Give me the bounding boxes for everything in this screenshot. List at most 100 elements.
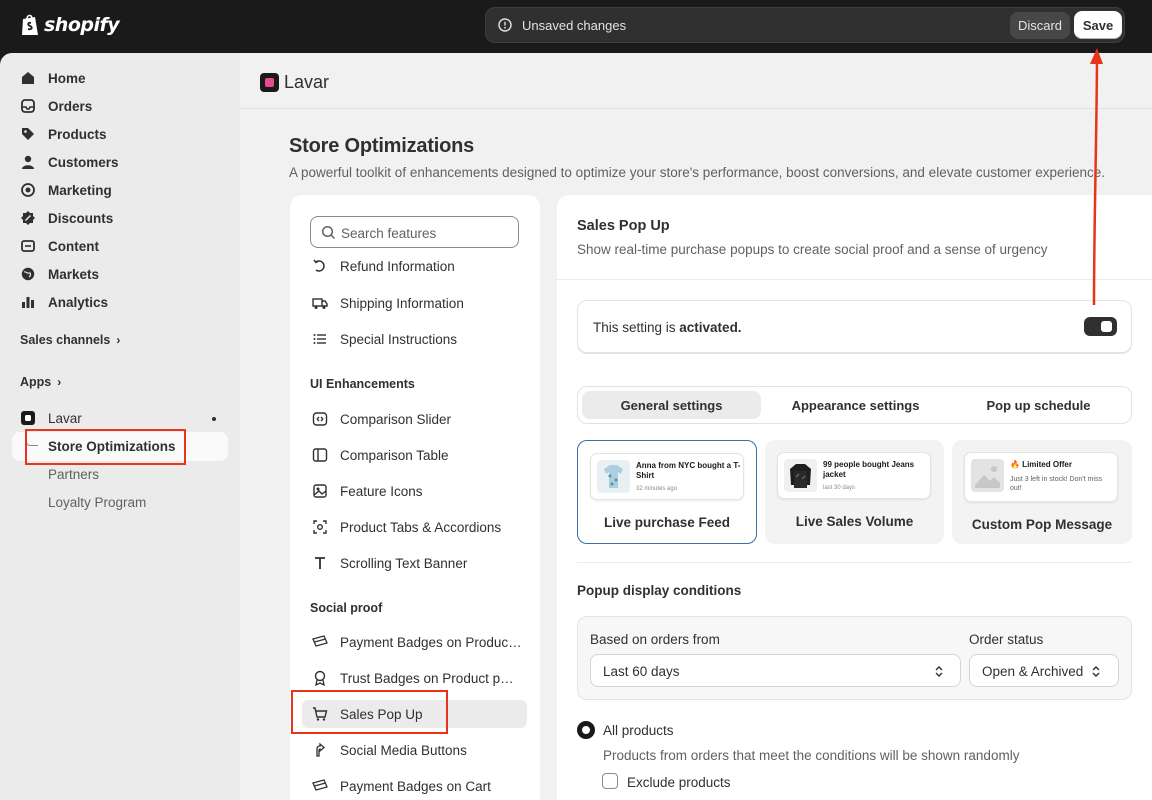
search-input[interactable] <box>341 223 511 243</box>
search-field[interactable] <box>310 216 519 248</box>
badge-icon <box>314 670 326 686</box>
feature-item-social-media-buttons[interactable]: Social Media Buttons <box>310 736 527 764</box>
popup-preview: 🔥 Limited Offer Just 3 left in stock! Do… <box>964 452 1118 502</box>
feature-item-product-tabs-accordions[interactable]: Product Tabs & Accordions <box>310 513 527 541</box>
brand-name: shopify <box>44 14 120 36</box>
feature-item-special-instructions[interactable]: Special Instructions <box>310 325 527 353</box>
sidebar-item-label: Analytics <box>48 294 109 310</box>
feature-item-label: Scrolling Text Banner <box>340 555 468 571</box>
feature-item-scrolling-text-banner[interactable]: Scrolling Text Banner <box>310 549 527 577</box>
sales-channels-label: Sales channels <box>20 333 111 347</box>
sidebar-subitem-partners[interactable]: Partners <box>48 467 99 482</box>
all-products-label: All products <box>603 723 674 738</box>
card-label: Live purchase Feed <box>603 515 731 530</box>
preview-title: Anna from NYC bought a T-Shirt <box>636 461 741 480</box>
sidebar-item-analytics[interactable]: Analytics <box>20 289 108 315</box>
sidebar-item-discounts[interactable]: Discounts <box>20 205 113 231</box>
slider-icon <box>312 412 328 426</box>
lavar-app-icon <box>21 411 35 425</box>
feature-item-label: Trust Badges on Product p… <box>340 670 514 686</box>
payment-badge-icon <box>312 635 328 647</box>
sidebar: Home Orders Products Customers Marketing… <box>0 53 240 800</box>
feature-item-comparison-slider[interactable]: Comparison Slider <box>310 405 527 433</box>
feature-item-label: Feature Icons <box>340 483 423 499</box>
chevron-right-icon: › <box>116 333 121 347</box>
sidebar-subitem-loyalty-program[interactable]: Loyalty Program <box>48 495 146 510</box>
feature-item-feature-icons[interactable]: Feature Icons <box>310 477 527 505</box>
feature-item-label: Shipping Information <box>340 295 464 311</box>
feature-item-trust-badges-product[interactable]: Trust Badges on Product p… <box>310 664 527 692</box>
feature-item-comparison-table[interactable]: Comparison Table <box>310 441 527 469</box>
sidebar-item-label: Marketing <box>48 182 112 198</box>
bar-chart-icon <box>22 297 34 308</box>
tshirt-thumbnail <box>597 460 630 493</box>
image-icon <box>313 484 327 498</box>
unsaved-changes-bar: Unsaved changes Discard Save <box>485 7 1125 43</box>
tab-pop-up-schedule[interactable]: Pop up schedule <box>949 391 1128 419</box>
search-icon <box>321 225 336 240</box>
discount-icon <box>21 211 35 225</box>
feature-item-label: Social Media Buttons <box>340 742 467 758</box>
preview-title: 99 people bought Jeans jacket <box>823 460 915 479</box>
all-products-radio[interactable] <box>577 721 595 739</box>
select-chevron-icon <box>1092 666 1100 677</box>
sidebar-item-home[interactable]: Home <box>20 65 86 91</box>
apps-section[interactable]: Apps › <box>20 375 61 389</box>
sidebar-item-lavar[interactable]: Lavar <box>20 405 82 431</box>
annotation-highlight-box <box>25 429 186 465</box>
activation-state: activated. <box>679 320 742 335</box>
feature-item-payment-badges-cart[interactable]: Payment Badges on Cart <box>310 772 527 800</box>
orders-from-select[interactable]: Last 60 days <box>590 654 961 687</box>
popup-preview: 99 people bought Jeans jacket last 30 da… <box>777 452 931 499</box>
tab-appearance-settings[interactable]: Appearance settings <box>766 391 945 419</box>
page-subtitle: A powerful toolkit of enhancements desig… <box>289 165 1106 180</box>
panel-title: Sales Pop Up <box>577 218 670 234</box>
shopify-logo[interactable]: shopify <box>20 13 120 37</box>
activation-status-text: This setting is activated. <box>593 320 742 335</box>
tab-general-settings[interactable]: General settings <box>582 391 761 419</box>
popup-type-card-live-sales-volume[interactable]: 99 people bought Jeans jacket last 30 da… <box>765 440 944 544</box>
feature-item-label: Special Instructions <box>340 331 458 347</box>
feature-item-payment-badges-product[interactable]: Payment Badges on Produc… <box>310 628 527 656</box>
sidebar-item-label: Markets <box>48 266 100 282</box>
exclude-products-checkbox[interactable] <box>602 773 618 789</box>
activation-prefix: This setting is <box>593 320 680 335</box>
sidebar-item-marketing[interactable]: Marketing <box>20 177 112 203</box>
table-icon <box>312 448 328 462</box>
sidebar-item-label: Orders <box>48 98 93 114</box>
orders-from-label: Based on orders from <box>590 632 720 647</box>
discard-button[interactable]: Discard <box>1010 12 1070 39</box>
order-status-select[interactable]: Open & Archived <box>969 654 1119 687</box>
sidebar-item-products[interactable]: Products <box>20 121 107 147</box>
activation-toggle[interactable] <box>1084 317 1117 336</box>
sidebar-item-markets[interactable]: Markets <box>20 261 99 287</box>
inbox-icon <box>21 99 35 113</box>
payment-badge-icon <box>312 779 328 791</box>
list-icon <box>313 334 326 344</box>
preview-title: 🔥 Limited Offer <box>1010 460 1072 469</box>
sidebar-item-label: Lavar <box>48 410 82 426</box>
social-proof-heading: Social proof <box>310 601 383 615</box>
sales-channels-section[interactable]: Sales channels › <box>20 333 120 347</box>
feature-item-label: Refund Information <box>340 258 455 274</box>
sidebar-item-orders[interactable]: Orders <box>20 93 92 119</box>
sidebar-item-customers[interactable]: Customers <box>20 149 119 175</box>
popup-type-card-custom-pop-message[interactable]: 🔥 Limited Offer Just 3 left in stock! Do… <box>952 440 1132 544</box>
save-button[interactable]: Save <box>1074 11 1122 39</box>
card-label: Live Sales Volume <box>795 514 914 529</box>
chevron-right-icon: › <box>57 375 62 389</box>
select-chevron-icon <box>935 666 943 677</box>
divider <box>577 562 1132 563</box>
sidebar-item-content[interactable]: Content <box>20 233 99 259</box>
tabs-icon <box>313 520 327 534</box>
alert-circle-icon <box>498 18 512 32</box>
pinned-indicator <box>212 417 216 421</box>
person-icon <box>22 155 34 169</box>
feature-item-shipping-information[interactable]: Shipping Information <box>310 289 527 317</box>
truck-icon <box>312 298 328 309</box>
text-icon <box>315 557 325 569</box>
feature-item-refund-information[interactable]: Refund Information <box>310 253 527 279</box>
feature-item-label: Product Tabs & Accordions <box>340 519 502 535</box>
popup-type-card-live-purchase-feed[interactable]: Anna from NYC bought a T-Shirt 32 minute… <box>577 440 757 544</box>
page-title: Store Optimizations <box>289 135 475 157</box>
